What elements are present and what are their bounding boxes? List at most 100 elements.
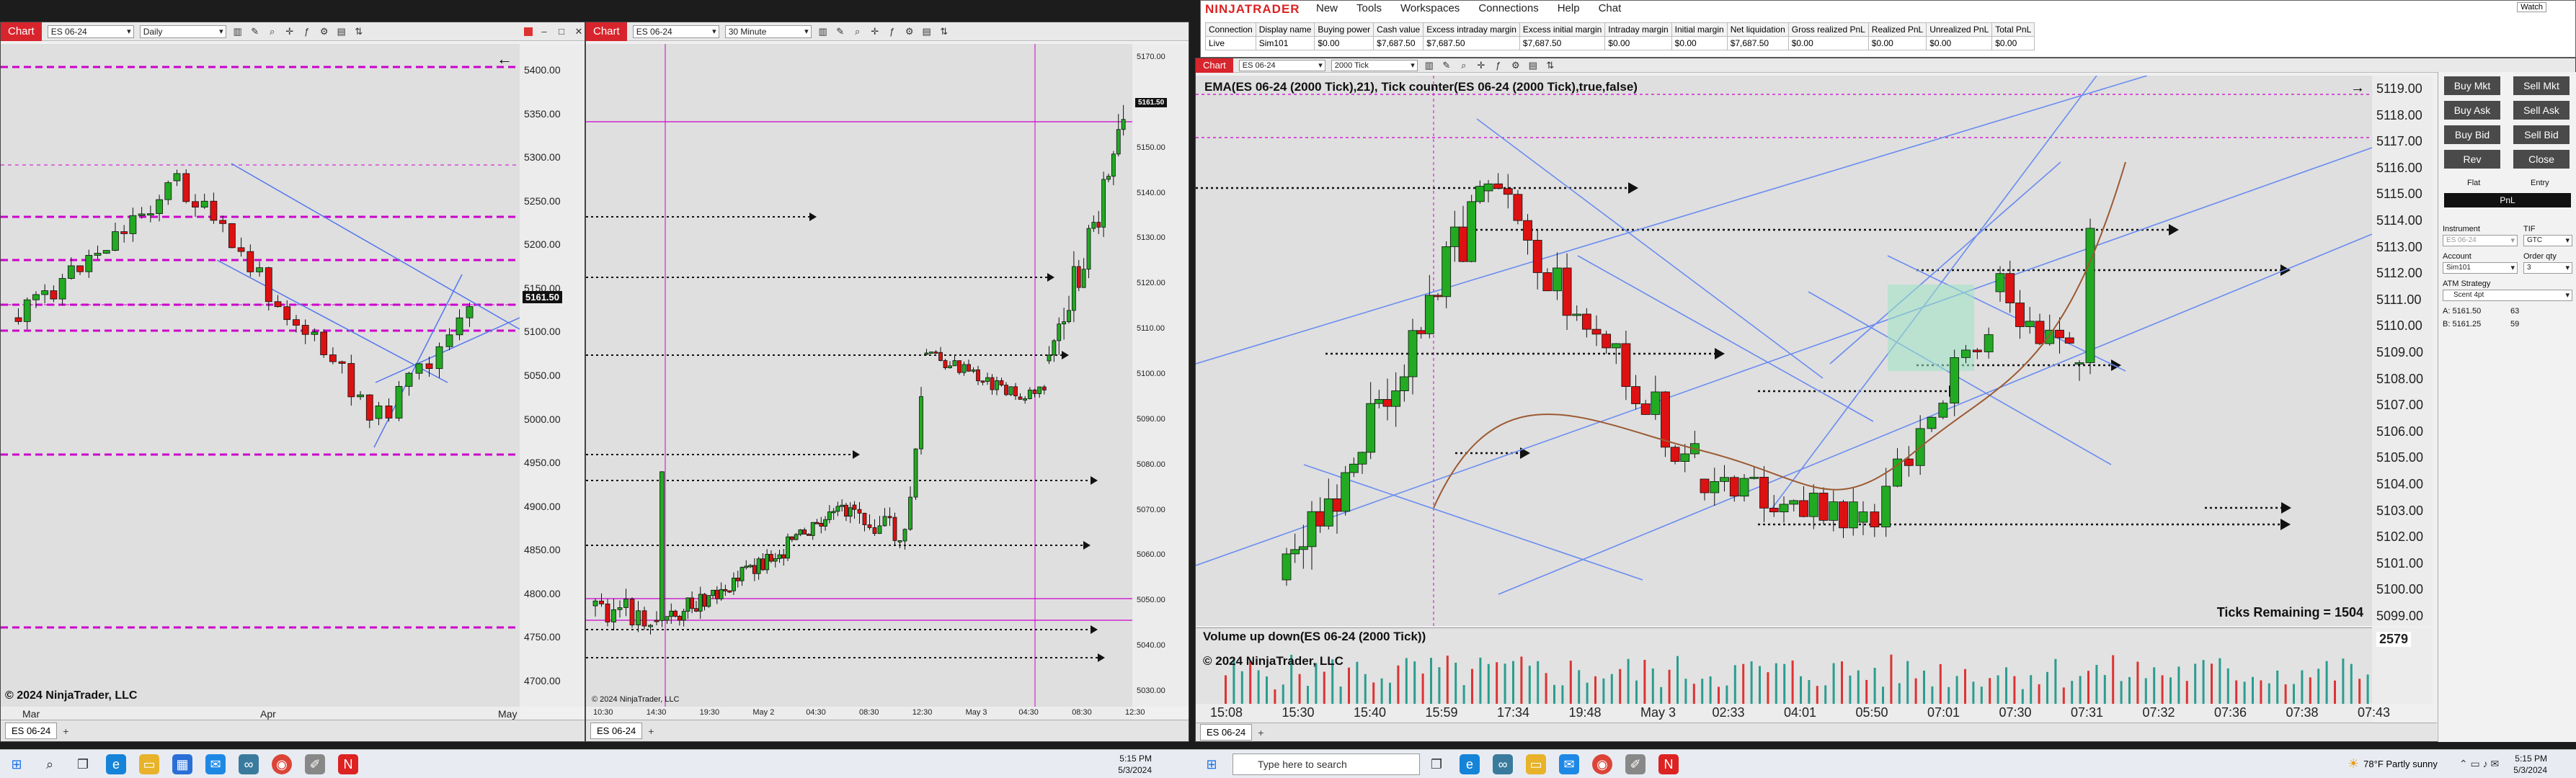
tif-select[interactable]: GTC [2523,235,2572,246]
menu-item[interactable]: Tools [1356,2,1382,14]
daily-y-axis[interactable]: 5400.00 5350.00 5300.00 5250.00 5200.00 5150.… [520,44,585,707]
bar-type-icon[interactable]: ▥ [232,26,244,37]
menu-item[interactable]: Help [1558,2,1580,14]
sell-bid-button[interactable]: Sell Bid [2513,125,2570,144]
column-header[interactable]: Unrealized PnL [1926,22,1993,37]
column-header[interactable]: Initial margin [1671,22,1728,37]
tick-x-axis[interactable]: 15:08 15:30 15:40 15:59 17:34 19:48 May 3 02:33… [1196,704,2390,724]
indicators-icon[interactable]: ƒ [1493,60,1504,71]
column-header[interactable]: Display name [1255,22,1315,37]
draw-icon[interactable]: ✎ [835,26,846,37]
task-view-icon[interactable]: ❐ [1426,754,1447,774]
indicators-icon[interactable]: ƒ [301,26,313,37]
tray-icons[interactable]: ⌃ ▭ ♪ ✉ [2459,758,2499,770]
edge-icon[interactable]: e [106,754,126,774]
daily-plot-area[interactable]: © 2024 NinjaTrader, LLC ← [1,44,520,707]
properties-icon[interactable]: ▤ [1527,60,1539,71]
ninjatrader-taskbar-icon[interactable]: N [1658,754,1679,774]
column-header[interactable]: Net liquidation [1726,22,1789,37]
file-explorer-icon[interactable]: ▭ [1526,754,1546,774]
close-button[interactable]: Close [2513,150,2570,169]
tick-plot-area[interactable]: EMA(ES 06-24 (2000 Tick),21), Tick count… [1196,76,2372,626]
minimize-icon[interactable]: – [538,26,550,37]
instrument-select[interactable]: ES 06-24 [2443,235,2518,246]
add-tab-icon[interactable]: + [63,725,68,737]
crosshair-icon[interactable]: ✛ [284,26,296,37]
sell-market-button[interactable]: Sell Mkt [2513,76,2570,95]
chart-trader-icon[interactable]: ⇅ [353,26,365,37]
mail-icon[interactable]: ✉ [205,754,226,774]
column-header[interactable]: Gross realized PnL [1787,22,1869,37]
strategies-icon[interactable]: ⚙ [1510,60,1522,71]
menu-item[interactable]: Connections [1478,2,1538,14]
column-header[interactable]: Excess initial margin [1519,22,1606,37]
buy-ask-button[interactable]: Buy Ask [2444,101,2500,120]
add-tab-icon[interactable]: + [1258,727,1263,738]
indicators-icon[interactable]: ƒ [887,26,898,37]
tool-icon[interactable]: ✐ [1625,754,1645,774]
minute-plot-area[interactable]: © 2024 NinjaTrader, LLC [586,44,1132,707]
tool-icon[interactable]: ✐ [305,754,325,774]
file-explorer-icon[interactable]: ▭ [139,754,159,774]
zoom-icon[interactable]: ⌕ [852,26,863,37]
strategies-icon[interactable]: ⚙ [904,26,915,37]
chrome-icon[interactable]: ◉ [1592,754,1612,774]
period-selector[interactable]: 2000 Tick [1331,59,1418,71]
weather-icon[interactable]: ☀ [2348,756,2359,772]
menu-item[interactable]: Workspaces [1400,2,1460,14]
bar-type-icon[interactable]: ▥ [817,26,829,37]
weather-text[interactable]: 78°F Partly sunny [2363,759,2438,769]
zoom-icon[interactable]: ⌕ [1458,60,1470,71]
buy-bid-button[interactable]: Buy Bid [2444,125,2500,144]
period-selector[interactable]: Daily [139,24,226,38]
buy-market-button[interactable]: Buy Mkt [2444,76,2500,95]
sell-ask-button[interactable]: Sell Ask [2513,101,2570,120]
mail-icon[interactable]: ✉ [1559,754,1579,774]
back-arrow-icon[interactable]: ← [497,50,512,68]
draw-icon[interactable]: ✎ [1441,60,1452,71]
zoom-icon[interactable]: ⌕ [267,26,278,37]
edge-icon[interactable]: e [1460,754,1480,774]
strategies-icon[interactable]: ⚙ [319,26,330,37]
forward-arrow-icon[interactable]: → [2350,80,2365,97]
instrument-selector[interactable]: ES 06-24 [1238,59,1325,71]
maximize-icon[interactable]: □ [556,26,567,37]
tick-y-axis[interactable]: 5119.00 5118.00 5117.00 5116.00 5115.00 5114.… [2372,76,2433,626]
chart-trader-icon[interactable]: ⇅ [938,26,950,37]
period-selector[interactable]: 30 Minute [724,24,812,38]
crosshair-icon[interactable]: ✛ [869,26,881,37]
search-box[interactable]: Type here to search [1233,753,1420,775]
chart-tab[interactable]: ES 06-24 [1200,724,1253,741]
app-icon[interactable]: ∞ [1493,754,1513,774]
windows-start-icon[interactable]: ⊞ [6,754,27,774]
volume-panel[interactable]: Volume up down(ES 06-24 (2000 Tick)) © 2… [1196,627,2372,705]
column-header[interactable]: Buying power [1314,22,1374,37]
reverse-button[interactable]: Rev [2444,150,2500,169]
store-icon[interactable]: ▦ [172,754,192,774]
menu-item[interactable]: Chat [1599,2,1622,14]
column-header[interactable]: Connection [1205,22,1256,37]
chrome-icon[interactable]: ◉ [272,754,292,774]
minute-x-axis[interactable]: 10:30 14:30 19:30 May 2 04:30 08:30 12:30 May 3… [586,707,1145,721]
crosshair-icon[interactable]: ✛ [1475,60,1487,71]
instrument-selector[interactable]: ES 06-24 [47,24,134,38]
properties-icon[interactable]: ▤ [336,26,347,37]
column-header[interactable]: Total PnL [1991,22,2035,37]
app-icon[interactable]: ∞ [239,754,259,774]
chart-tab[interactable]: ES 06-24 [590,723,643,739]
menu-item[interactable]: New [1316,2,1338,14]
link-color-icon[interactable] [524,27,533,36]
column-header[interactable]: Excess intraday margin [1423,22,1520,37]
column-header[interactable]: Realized PnL [1867,22,1927,37]
column-header[interactable]: Cash value [1373,22,1424,37]
account-select[interactable]: Sim101 [2443,262,2518,274]
ninjatrader-taskbar-icon[interactable]: N [338,754,358,774]
chart-trader-icon[interactable]: ⇅ [1545,60,1556,71]
add-tab-icon[interactable]: + [648,725,654,737]
close-icon[interactable]: ✕ [573,26,585,37]
task-view-icon[interactable]: ❐ [73,754,93,774]
accounts-row[interactable]: Live Sim101 $0.00 $7,687.50 $7,687.50 $7,687.… [1205,36,2035,50]
column-header[interactable]: Intraday margin [1604,22,1672,37]
instrument-selector[interactable]: ES 06-24 [632,24,719,38]
minute-y-axis[interactable]: 5170.005160.005150.005140.005130.005120.… [1132,44,1189,707]
